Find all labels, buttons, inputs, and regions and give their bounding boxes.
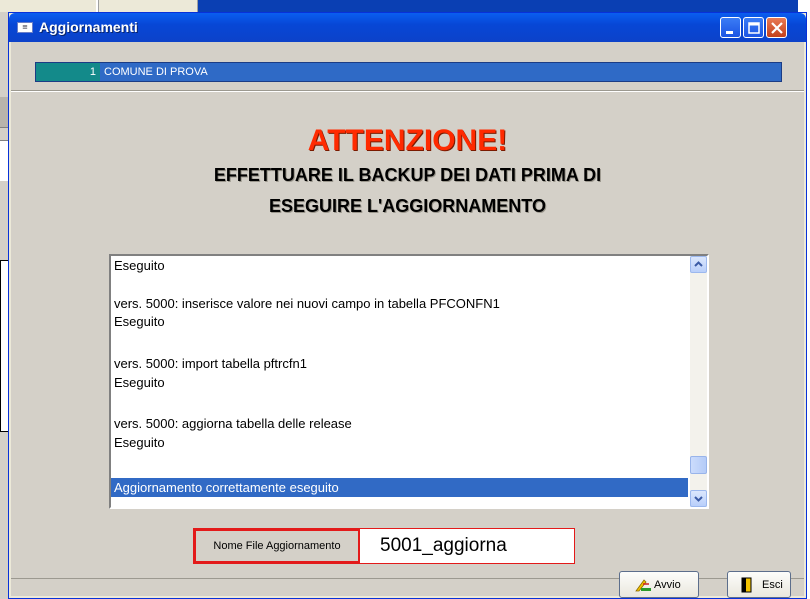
log-line: Eseguito — [114, 375, 165, 390]
background-window-edge — [198, 0, 798, 12]
log-scrollbar[interactable] — [690, 256, 707, 507]
scroll-down-button[interactable] — [690, 490, 707, 507]
close-icon — [771, 22, 783, 34]
maximize-icon — [748, 22, 760, 34]
log-line: vers. 5000: aggiorna tabella delle relea… — [114, 416, 352, 431]
window-client-area: 1 COMUNE DI PROVA ATTENZIONE! EFFETTUARE… — [11, 42, 804, 598]
start-button-label: Avvio — [654, 579, 681, 591]
log-line: vers. 5000: import tabella pftrcfn1 — [114, 356, 307, 371]
scroll-up-button[interactable] — [690, 256, 707, 273]
exit-button[interactable]: Esci — [727, 571, 791, 598]
file-name-input[interactable]: 5001_aggiorna — [360, 529, 574, 563]
warning-line-2: ESEGUIRE L'AGGIORNAMENTO — [269, 196, 546, 216]
warning-title: ATTENZIONE! — [307, 124, 508, 157]
title-bar[interactable]: ≡ Aggiornamenti — [9, 13, 806, 42]
chevron-up-icon — [694, 261, 703, 267]
company-name: COMUNE DI PROVA — [104, 66, 208, 78]
divider — [11, 90, 804, 92]
door-exit-icon — [741, 577, 752, 593]
window-title: Aggiornamenti — [39, 19, 138, 35]
scroll-thumb[interactable] — [690, 456, 707, 474]
minimize-icon — [726, 31, 733, 34]
exit-button-label: Esci — [762, 579, 783, 591]
log-line: vers. 5000: inserisce valore nei nuovi c… — [114, 296, 500, 311]
log-line-selected[interactable]: Aggiornamento correttamente eseguito — [111, 478, 688, 497]
start-button[interactable]: Avvio — [619, 571, 699, 598]
company-number: 1 — [36, 63, 100, 81]
update-window: ≡ Aggiornamenti 1 COMUNE DI PROVA ATTENZ… — [8, 12, 807, 599]
chevron-down-icon — [694, 496, 703, 502]
warning-line-1: EFFETTUARE IL BACKUP DEI DATI PRIMA DI — [213, 165, 602, 185]
log-line: Eseguito — [114, 258, 165, 273]
minimize-button[interactable] — [720, 17, 741, 38]
start-icon — [635, 579, 651, 592]
file-name-label: Nome File Aggiornamento — [194, 529, 360, 563]
log-line: Eseguito — [114, 435, 165, 450]
close-button[interactable] — [766, 17, 787, 38]
maximize-button[interactable] — [743, 17, 764, 38]
log-line: Eseguito — [114, 314, 165, 329]
company-header: 1 COMUNE DI PROVA — [35, 62, 782, 82]
app-icon: ≡ — [17, 22, 33, 33]
file-name-field-group: Nome File Aggiornamento 5001_aggiorna — [193, 528, 575, 564]
update-log-list[interactable]: Eseguito vers. 5000: inserisce valore ne… — [109, 254, 709, 509]
